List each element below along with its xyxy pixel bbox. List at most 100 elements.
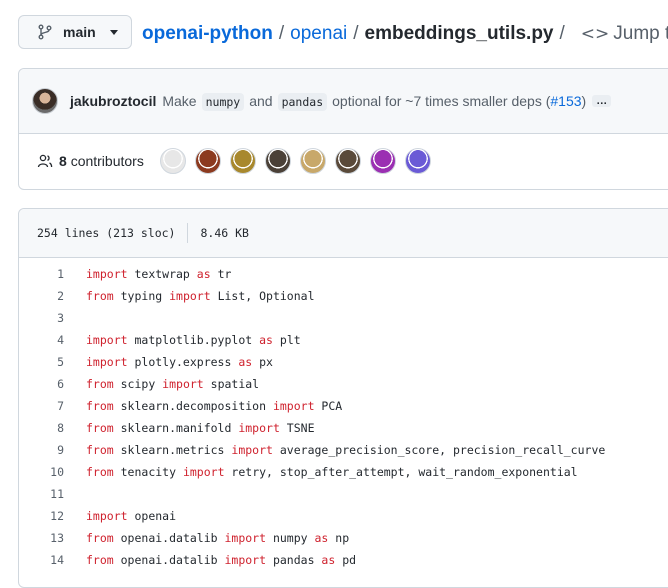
commit-message-text: optional for ~7 times smaller deps ( <box>332 93 551 109</box>
code-line: 7 from sklearn.decomposition import PCA <box>19 395 668 417</box>
code-keyword: as <box>314 531 329 545</box>
contributor-avatar[interactable] <box>194 148 221 174</box>
line-number[interactable]: 4 <box>19 333 64 347</box>
expand-commit-button[interactable]: … <box>592 95 612 107</box>
code-keyword: import <box>238 421 280 435</box>
code-text: scipy <box>113 377 163 391</box>
breadcrumb-folder-link[interactable]: openai <box>290 23 347 45</box>
file-viewer: 254 lines (213 sloc) 8.46 KB 1 import tex… <box>18 208 668 588</box>
code-keyword: from <box>86 289 114 303</box>
code-keyword: as <box>238 355 253 369</box>
line-number[interactable]: 11 <box>19 487 64 501</box>
pull-request-link[interactable]: #153 <box>550 93 581 109</box>
line-content: import textwrap as tr <box>86 267 231 281</box>
code-line: 9 from sklearn.metrics import average_pre… <box>19 439 668 461</box>
line-content: from sklearn.manifold import TSNE <box>86 421 315 435</box>
contributor-avatar[interactable] <box>334 148 361 174</box>
code-keyword: from <box>86 421 114 435</box>
contributor-avatar[interactable] <box>159 148 186 174</box>
line-number[interactable]: 10 <box>19 465 64 479</box>
code-keyword: import <box>169 289 211 303</box>
latest-commit-row: jakubroztocil Make numpy and pandas opti… <box>19 69 668 134</box>
code-keyword: import <box>86 267 128 281</box>
code-line: 4 import matplotlib.pyplot as plt <box>19 329 668 351</box>
code-text: tenacity <box>113 465 183 479</box>
code-text: openai.datalib <box>113 531 225 545</box>
code-keyword: as <box>196 267 211 281</box>
commit-author-link[interactable]: jakubroztocil <box>70 93 156 109</box>
contributors-link[interactable]: 8 contributors <box>59 153 144 169</box>
code-text: average_precision_score, precision_recal… <box>272 443 606 457</box>
code-keyword: from <box>86 553 114 567</box>
code-keyword: import <box>224 531 267 545</box>
line-content: from tenacity import retry, stop_after_a… <box>86 465 578 479</box>
latest-commit-box: jakubroztocil Make numpy and pandas opti… <box>18 68 668 190</box>
line-number[interactable]: 5 <box>19 355 64 369</box>
code-text: matplotlib.pyplot <box>127 333 260 347</box>
code-keyword: as <box>321 553 336 567</box>
line-content: from openai.datalib import numpy as np <box>86 531 349 545</box>
line-number[interactable]: 9 <box>19 443 64 457</box>
line-number[interactable]: 3 <box>19 311 64 325</box>
commit-message-text: and <box>249 93 273 109</box>
code-text: np <box>328 531 350 545</box>
code-text: tr <box>210 267 232 281</box>
code-text: openai.datalib <box>113 553 225 567</box>
code-keyword: from <box>86 443 114 457</box>
line-number[interactable]: 14 <box>19 553 64 567</box>
code-keyword: import <box>162 377 204 391</box>
contributor-avatar[interactable] <box>229 148 256 174</box>
code-text: PCA <box>314 399 343 413</box>
contributor-avatar[interactable] <box>299 148 326 174</box>
branch-name: main <box>63 24 96 40</box>
jump-to-button[interactable]: <> Jump to <box>577 23 668 45</box>
commit-message-text: Make <box>162 93 197 109</box>
line-content: import plotly.express as px <box>86 355 273 369</box>
commit-message-text: ) <box>581 93 587 109</box>
code-text: sklearn.manifold <box>113 421 239 435</box>
contributor-avatar[interactable] <box>264 148 291 174</box>
code-keyword: from <box>86 465 114 479</box>
code-text: textwrap <box>127 267 197 281</box>
breadcrumb-repo-link[interactable]: openai-python <box>142 23 273 45</box>
code-line: 14 from openai.datalib import pandas as p… <box>19 549 668 571</box>
code-keyword: import <box>182 465 225 479</box>
code-text: plt <box>272 333 301 347</box>
code-text: pd <box>335 553 357 567</box>
code-line: 13 from openai.datalib import numpy as np <box>19 527 668 549</box>
line-number[interactable]: 6 <box>19 377 64 391</box>
code-line: 11 <box>19 483 668 505</box>
people-icon <box>37 154 53 168</box>
line-number[interactable]: 12 <box>19 509 64 523</box>
code-text: retry, stop_after_attempt, wait_random_e… <box>224 465 578 479</box>
line-number[interactable]: 8 <box>19 421 64 435</box>
code-keyword: from <box>86 531 114 545</box>
line-content: import openai <box>86 509 176 523</box>
code-keyword: import <box>231 443 273 457</box>
line-number[interactable]: 2 <box>19 289 64 303</box>
code-line: 2 from typing import List, Optional <box>19 285 668 307</box>
git-branch-icon <box>38 24 52 40</box>
line-number[interactable]: 7 <box>19 399 64 413</box>
line-number[interactable]: 13 <box>19 531 64 545</box>
code-listing: 1 import textwrap as tr 2 from typing impor… <box>19 258 668 571</box>
contributor-avatar[interactable] <box>369 148 396 174</box>
contributors-label: contributors <box>70 153 144 169</box>
code-text: plotly.express <box>127 355 239 369</box>
code-keyword: from <box>86 399 114 413</box>
code-text: numpy <box>266 531 315 545</box>
breadcrumb: openai-python / openai / embeddings_util… <box>142 22 668 46</box>
code-keyword: as <box>259 333 273 347</box>
file-navigation: main openai-python / openai / embeddings… <box>0 0 668 68</box>
line-content: from scipy import spatial <box>86 377 259 391</box>
contributor-avatar[interactable] <box>404 148 431 174</box>
code-line: 3 <box>19 307 668 329</box>
line-number[interactable]: 1 <box>19 267 64 281</box>
contributors-row: 8 contributors <box>19 133 668 189</box>
commit-message[interactable]: Make numpy and pandas optional for ~7 ti… <box>162 93 587 111</box>
avatar[interactable] <box>32 88 58 114</box>
code-line: 1 import textwrap as tr <box>19 263 668 285</box>
breadcrumb-separator: / <box>278 23 285 44</box>
code-keyword: import <box>86 333 128 347</box>
branch-select-button[interactable]: main <box>18 15 132 49</box>
